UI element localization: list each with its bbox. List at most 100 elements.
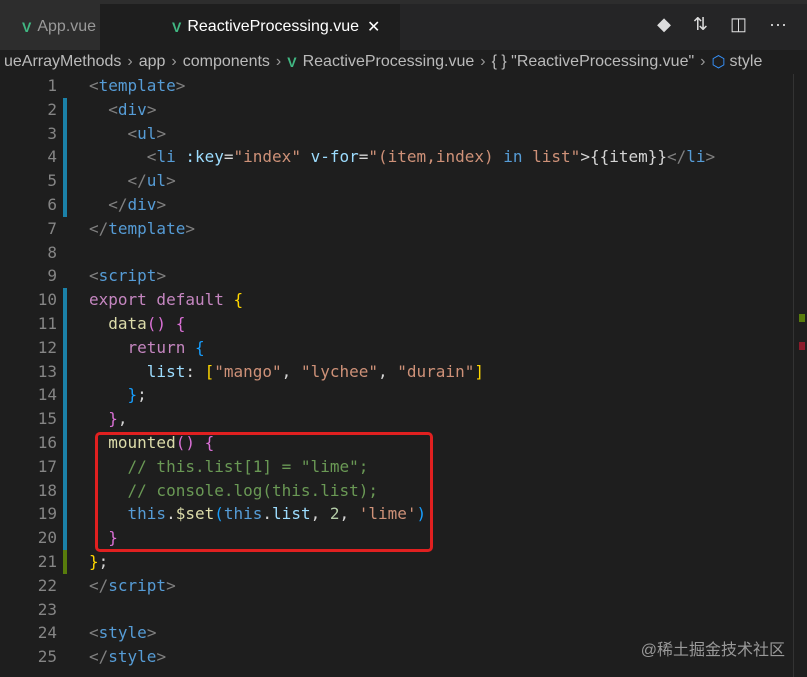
code-token: { [194, 337, 205, 357]
code-token: in [503, 147, 523, 167]
code-token: } [89, 552, 99, 571]
code-line[interactable]: 1 <template> [0, 74, 807, 98]
code-token: > [166, 575, 176, 595]
close-icon[interactable]: ✕ [367, 17, 380, 37]
code-token: ul [137, 123, 157, 143]
breadcrumb-item[interactable]: { } "ReactiveProcessing.vue" [492, 53, 695, 71]
more-actions-icon[interactable]: ··· [769, 14, 787, 35]
code-token: </ [667, 147, 687, 167]
code-token: style [108, 647, 157, 667]
code-token: [ [204, 361, 215, 381]
code-line[interactable]: 14 }; [0, 383, 807, 408]
code-text: <style> [89, 621, 156, 645]
code-token: < [108, 99, 118, 119]
code-token: > [175, 76, 186, 95]
code-line[interactable]: 15 }, [0, 407, 807, 432]
code-token: :key [175, 147, 224, 167]
code-line[interactable]: 3 <ul> [0, 121, 807, 146]
tab-app-vue[interactable]: V App.vue [0, 4, 100, 50]
code-token: >{{item}} [580, 147, 668, 167]
code-line[interactable]: 22 </script> [0, 574, 807, 598]
breadcrumb-item[interactable]: ReactiveProcessing.vue [303, 53, 475, 71]
code-line[interactable]: 11 data() { [0, 312, 807, 336]
code-token: </ [89, 575, 109, 595]
line-number: 1 [47, 76, 57, 95]
code-line[interactable]: 4 <li :key="index" v-for="(item,index) i… [0, 145, 807, 170]
code-text: list: ["mango", "lychee", "durain"] [89, 360, 484, 384]
code-token: ; [98, 552, 109, 571]
code-text: <script> [89, 264, 166, 288]
git-icon[interactable]: ◆ [657, 14, 671, 35]
code-line[interactable]: 2 <div> [0, 97, 807, 122]
line-number: 10 [37, 290, 57, 310]
code-token: </ [108, 195, 128, 214]
line-number: 16 [37, 433, 57, 452]
code-editor[interactable]: 1 <template> 2 <div> 3 <ul> 4 <li :key="inde… [0, 74, 807, 677]
breadcrumb-item[interactable]: app [139, 53, 166, 71]
code-token: < [89, 623, 99, 643]
breadcrumb-item[interactable]: style [729, 53, 762, 71]
code-token: > [156, 266, 167, 286]
code-token: > [166, 171, 176, 191]
code-line[interactable]: 23 [0, 598, 807, 622]
code-token: > [156, 195, 167, 214]
breadcrumb-item[interactable]: ueArrayMethods [4, 53, 121, 71]
code-line[interactable]: 10 export default { [0, 288, 807, 313]
compare-changes-icon[interactable]: ⇅ [693, 14, 708, 35]
change-marker [799, 342, 805, 350]
code-token: } [127, 385, 138, 405]
git-change-marker [63, 383, 67, 408]
code-token: li [686, 147, 706, 167]
code-token: </ [127, 171, 147, 191]
code-text: }, [89, 407, 127, 431]
code-token: template [98, 76, 176, 95]
code-line[interactable]: 21}; [0, 550, 807, 574]
code-text: </style> [89, 645, 166, 669]
code-token: div [117, 99, 147, 119]
code-text: }; [89, 383, 147, 407]
code-token: > [146, 623, 157, 643]
code-text: }; [89, 550, 108, 574]
tab-label: ReactiveProcessing.vue [187, 18, 359, 35]
code-line[interactable]: 5 </ul> [0, 169, 807, 194]
code-token: > [156, 123, 167, 143]
code-token: > [705, 147, 716, 167]
code-line[interactable]: 13 list: ["mango", "lychee", "durain"] [0, 359, 807, 384]
code-line[interactable]: 6 </div> [0, 193, 807, 217]
line-number: 15 [37, 409, 57, 429]
code-line[interactable]: 9 <script> [0, 264, 807, 288]
line-number: 21 [37, 552, 57, 571]
git-change-marker [63, 526, 67, 551]
code-token: : [185, 361, 205, 381]
code-token: , [378, 361, 398, 381]
line-number: 22 [37, 575, 57, 595]
git-change-marker [63, 335, 67, 360]
git-change-marker [63, 502, 67, 527]
vue-icon: V [287, 54, 297, 70]
code-token: v-for [300, 147, 359, 167]
code-token: > [146, 99, 157, 119]
code-line[interactable]: 7 </template> [0, 217, 807, 241]
code-token: = [358, 147, 369, 167]
code-token: < [127, 123, 138, 143]
line-number: 24 [37, 623, 57, 643]
code-token: list [146, 361, 186, 381]
split-editor-icon[interactable]: ◫ [730, 14, 747, 35]
line-number: 5 [47, 171, 57, 191]
tab-reactive-processing[interactable]: V ReactiveProcessing.vue ✕ [100, 4, 400, 50]
breadcrumb-item[interactable]: components [183, 53, 270, 71]
code-token: script [108, 575, 167, 595]
git-change-marker [63, 288, 67, 313]
change-marker [799, 314, 805, 322]
code-text: <template> [89, 74, 185, 98]
cube-icon: ⬡ [711, 54, 726, 71]
code-line[interactable]: 12 return { [0, 335, 807, 360]
code-line[interactable]: 8 [0, 241, 807, 265]
line-number: 17 [37, 456, 57, 476]
scrollbar[interactable] [793, 74, 807, 677]
